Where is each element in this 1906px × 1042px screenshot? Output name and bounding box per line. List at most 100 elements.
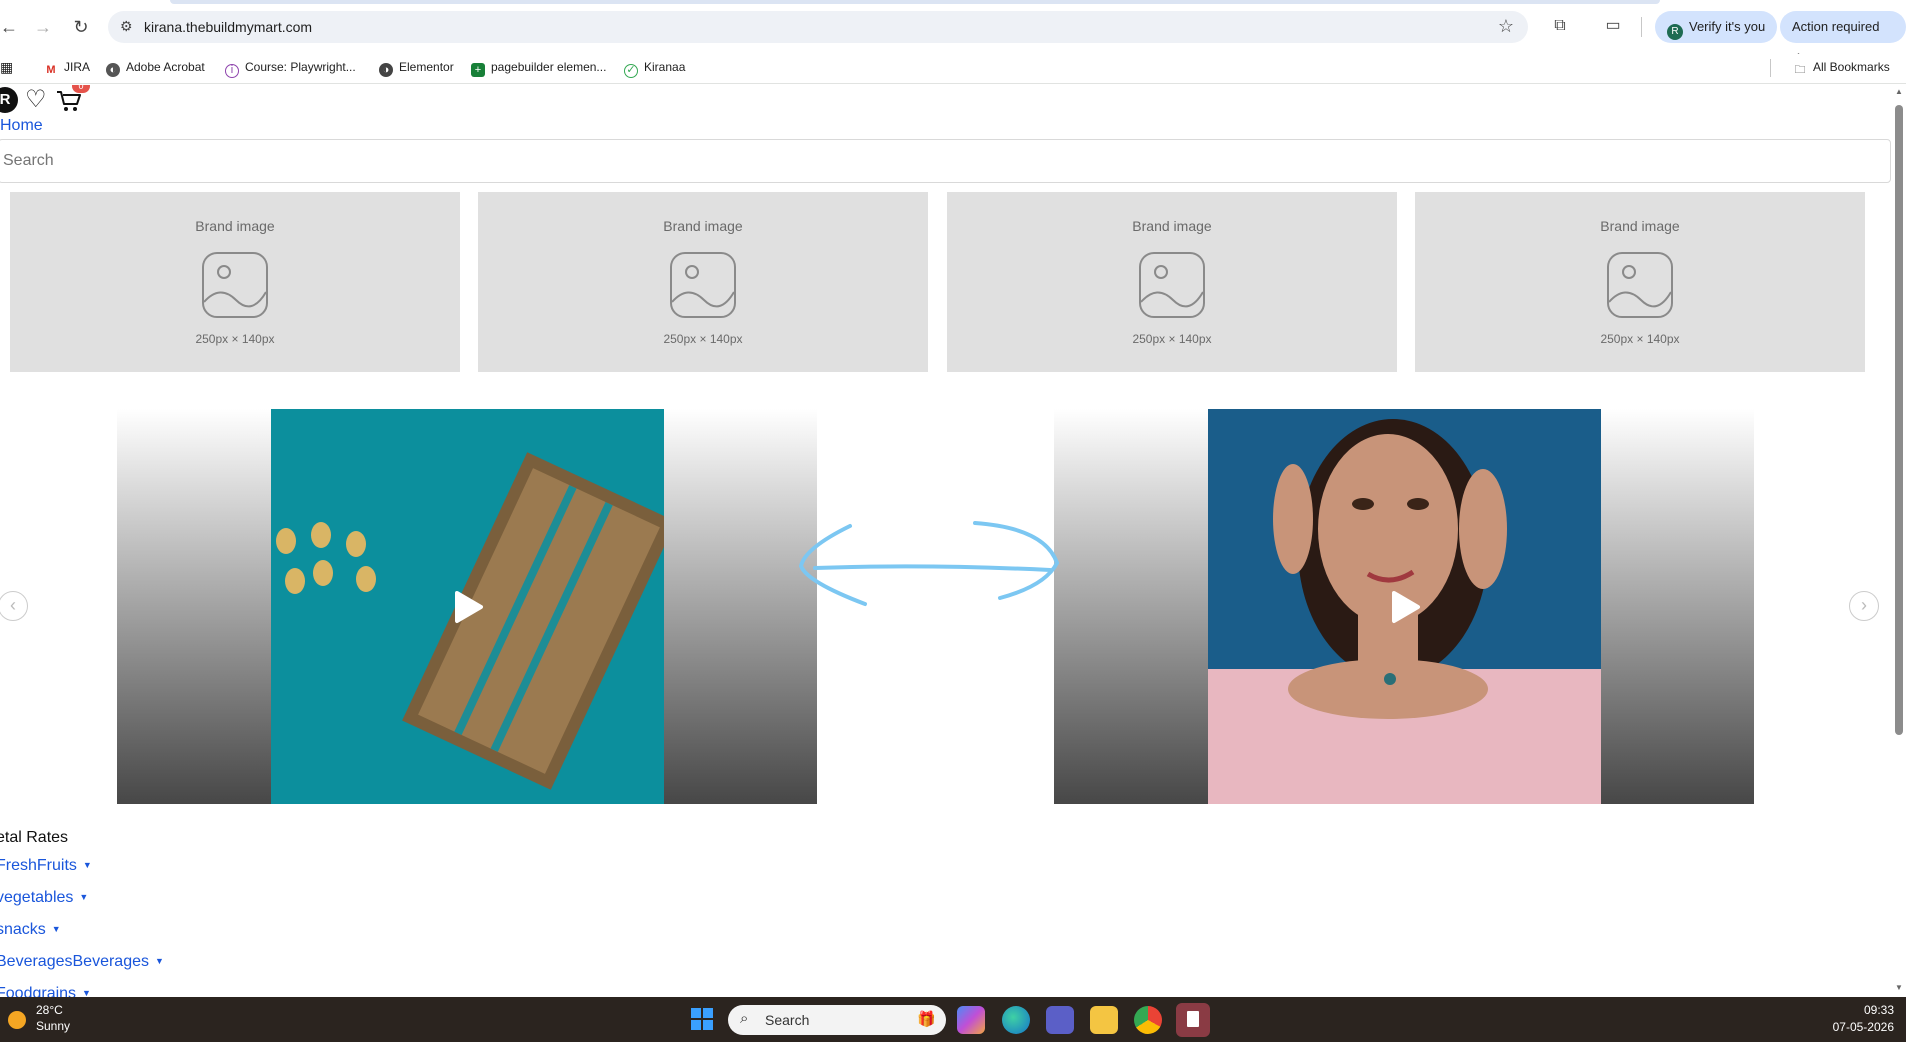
- chrome-icon[interactable]: [1134, 1006, 1162, 1034]
- category-label: FreshFruits: [0, 857, 77, 874]
- category-freshfruits[interactable]: FreshFruits ▼: [0, 857, 92, 875]
- categories-heading: etal Rates: [0, 829, 69, 846]
- video-slide[interactable]: [1054, 409, 1754, 804]
- bookmarks-bar: ▦ M JIRA ◐ Adobe Acrobat i Course: Playwrig…: [0, 54, 1906, 84]
- acrobat-icon: ◐: [106, 63, 120, 77]
- brand-dimensions: 250px × 140px: [195, 332, 275, 346]
- bookmark-elementor[interactable]: ◑ Elementor: [379, 60, 454, 77]
- video-slide[interactable]: [117, 409, 817, 804]
- scroll-down-icon[interactable]: ▼: [1895, 983, 1903, 992]
- windows-start-icon[interactable]: [690, 1007, 714, 1031]
- play-icon[interactable]: [449, 589, 485, 625]
- extensions-icon[interactable]: ⧉: [1548, 14, 1572, 38]
- bookmark-kiranaa[interactable]: ✓ Kiranaa: [624, 60, 685, 78]
- taskbar-search-label: Search: [765, 1012, 810, 1028]
- image-placeholder-icon: [1139, 252, 1205, 318]
- all-bookmarks-button[interactable]: 🗀 All Bookmarks: [1793, 60, 1890, 77]
- sun-icon: [8, 1011, 26, 1029]
- temperature: 28°C: [36, 1003, 63, 1017]
- brand-dimensions: 250px × 140px: [1132, 332, 1212, 346]
- category-foodgrains[interactable]: Foodgrains ▼: [0, 985, 91, 997]
- bookmark-label: Adobe Acrobat: [126, 60, 205, 74]
- bookmark-label: pagebuilder elemen...: [491, 60, 607, 74]
- category-label: vegetables: [0, 889, 74, 906]
- taskbar-search[interactable]: ⌕ Search 🎁: [728, 1005, 946, 1035]
- category-vegetables[interactable]: vegetables ▼: [0, 889, 88, 907]
- image-placeholder-icon: [670, 252, 736, 318]
- bookmarks-divider: [1770, 59, 1771, 77]
- edge-icon[interactable]: [1002, 1006, 1030, 1034]
- bookmark-jira[interactable]: M JIRA: [44, 60, 90, 77]
- category-label: BeveragesBeverages: [0, 953, 149, 970]
- bookmark-label: Kiranaa: [644, 60, 686, 74]
- reload-icon[interactable]: ↻: [68, 14, 94, 40]
- bookmark-star-icon[interactable]: ☆: [1498, 16, 1514, 37]
- gift-icon: 🎁: [917, 1011, 936, 1028]
- category-label: snacks: [0, 921, 46, 938]
- caret-down-icon: ▼: [79, 892, 89, 902]
- wishlist-heart-icon[interactable]: ♡: [25, 87, 47, 113]
- bookmark-adobe-acrobat[interactable]: ◐ Adobe Acrobat: [106, 60, 205, 77]
- scroll-thumb[interactable]: [1895, 105, 1903, 735]
- verify-label: Verify it's you: [1689, 19, 1766, 34]
- bookmark-label: Elementor: [399, 60, 454, 74]
- slider-next-button[interactable]: ›: [1849, 591, 1879, 621]
- all-bookmarks-label: All Bookmarks: [1813, 60, 1890, 74]
- clock-time: 09:33: [1863, 1003, 1894, 1017]
- page-scrollbar[interactable]: ▲ ▼: [1892, 85, 1906, 997]
- browser-toolbar: ← → ↻ ⚙ kirana.thebuildmymart.com ☆ ⧉ ▭ …: [0, 0, 1906, 66]
- course-icon: i: [225, 64, 239, 78]
- url-text[interactable]: kirana.thebuildmymart.com: [144, 19, 312, 35]
- check-icon: ✓: [624, 64, 638, 78]
- tab-strip: [170, 0, 1660, 4]
- gmail-icon: M: [46, 64, 56, 76]
- teams-icon[interactable]: [1046, 1006, 1074, 1034]
- action-label: Action required: [1792, 19, 1880, 34]
- elementor-icon: ◑: [379, 63, 393, 77]
- apps-grid-icon[interactable]: ▦: [0, 59, 13, 76]
- category-snacks[interactable]: snacks ▼: [0, 921, 61, 939]
- folder-icon: 🗀: [1794, 64, 1806, 76]
- site-info-icon[interactable]: ⚙: [120, 18, 133, 35]
- bookmark-course[interactable]: i Course: Playwright...: [225, 60, 356, 78]
- action-required-button[interactable]: Action required ⋮: [1780, 11, 1906, 66]
- caret-down-icon: ▼: [82, 860, 92, 870]
- verify-identity-button[interactable]: R Verify it's you: [1655, 11, 1778, 43]
- file-explorer-icon[interactable]: [1090, 1006, 1118, 1034]
- category-label: Foodgrains: [0, 985, 77, 997]
- image-placeholder-icon: [202, 252, 268, 318]
- address-bar[interactable]: ⚙ kirana.thebuildmymart.com ☆: [108, 11, 1528, 43]
- brand-title: Brand image: [195, 218, 275, 234]
- user-avatar[interactable]: R: [0, 87, 18, 113]
- notepad-app-icon[interactable]: [1176, 1003, 1210, 1037]
- taskbar: 28°C Sunny ⌕ Search 🎁 09:33 07-05-2026: [0, 997, 1906, 1042]
- brand-card[interactable]: Brand image 250px × 140px: [1415, 192, 1865, 372]
- search-icon: ⌕: [740, 1010, 749, 1027]
- slider-prev-button[interactable]: ‹: [0, 591, 28, 621]
- category-beverages[interactable]: BeveragesBeverages ▼: [0, 953, 164, 971]
- sheets-icon: +: [471, 63, 485, 77]
- bookmark-label: Course: Playwright...: [245, 60, 356, 74]
- back-icon[interactable]: ←: [0, 14, 22, 40]
- toolbar-divider: [1641, 17, 1642, 37]
- brand-carousel: Brand image 250px × 140px Brand image 25…: [10, 192, 1870, 372]
- copilot-icon[interactable]: [957, 1006, 985, 1034]
- brand-card[interactable]: Brand image 250px × 140px: [947, 192, 1397, 372]
- forward-icon[interactable]: →: [30, 14, 56, 40]
- profile-avatar: R: [1667, 24, 1683, 40]
- search-input[interactable]: [0, 139, 1891, 183]
- weather-condition: Sunny: [36, 1019, 71, 1033]
- brand-card[interactable]: Brand image 250px × 140px: [478, 192, 928, 372]
- tab-search-icon[interactable]: ▭: [1601, 14, 1625, 38]
- swipe-arrows-annotation: [798, 521, 1060, 606]
- brand-dimensions: 250px × 140px: [1600, 332, 1680, 346]
- clock-date: 07-05-2026: [1832, 1020, 1894, 1034]
- bookmark-pagebuilder[interactable]: + pagebuilder elemen...: [471, 60, 606, 77]
- play-icon[interactable]: [1386, 589, 1422, 625]
- cart-count-badge: 0: [72, 85, 90, 93]
- caret-down-icon: ▼: [154, 956, 164, 966]
- scroll-up-icon[interactable]: ▲: [1895, 87, 1903, 96]
- brand-card[interactable]: Brand image 250px × 140px: [10, 192, 460, 372]
- home-link[interactable]: Home: [0, 117, 43, 135]
- system-clock[interactable]: 09:33 07-05-2026: [1833, 1003, 1894, 1034]
